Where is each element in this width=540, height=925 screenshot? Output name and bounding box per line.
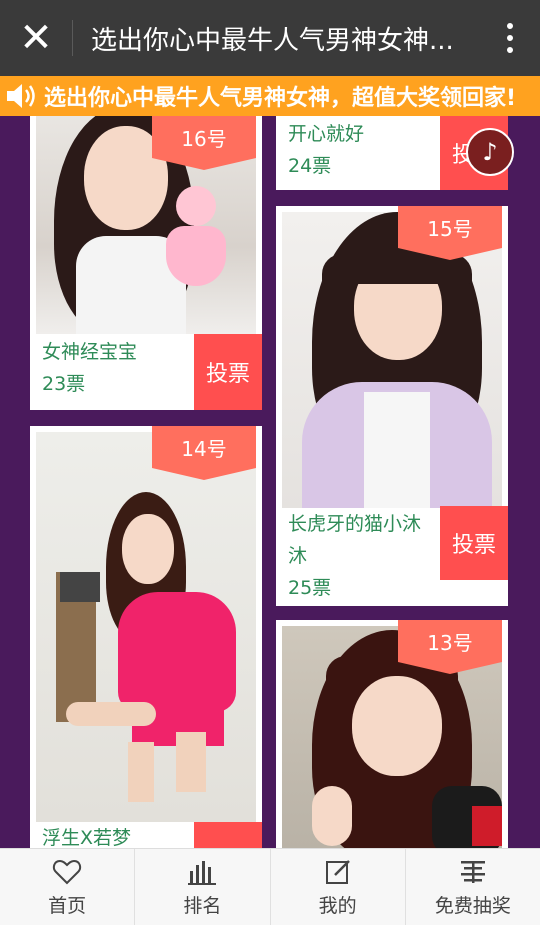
page-title: 选出你心中最牛人气男神女神... (91, 25, 454, 56)
top-bar: ✕ 选出你心中最牛人气男神女神... (0, 0, 540, 76)
announcement-bar: 选出你心中最牛人气男神女神，超值大奖领回家! (0, 76, 540, 116)
contestant-card-16[interactable]: 16号 女神经宝宝 23票 投票 (30, 116, 262, 410)
vote-count: 25票 (288, 577, 332, 599)
music-note-icon[interactable]: ♪ (466, 128, 514, 176)
contestant-card-15[interactable]: 15号 长虎牙的猫小沐沐 25票 投票 (276, 206, 508, 606)
contestant-info: 浮生X若梦 (42, 822, 131, 848)
gift-icon (460, 860, 485, 883)
contestant-card-13[interactable]: 13号 (276, 620, 508, 848)
contestant-number-tag: 14号 (152, 426, 256, 480)
contestant-number-tag: 16号 (152, 116, 256, 170)
contestant-name: 女神经宝宝 (42, 341, 138, 363)
vote-count: 23票 (42, 373, 86, 395)
nav-item-mine[interactable]: 我的 (271, 849, 406, 925)
more-vertical-icon[interactable] (480, 0, 540, 76)
vote-button[interactable]: 投票 (194, 334, 262, 410)
nav-item-home[interactable]: 首页 (0, 849, 136, 925)
contestant-number-tag: 15号 (398, 206, 502, 260)
contestant-info: 开心就好 24票 (288, 118, 364, 182)
contestant-info: 长虎牙的猫小沐沐 25票 (288, 508, 436, 604)
contestant-info: 女神经宝宝 23票 (42, 336, 137, 400)
contestant-card-14[interactable]: 14号 浮生X若梦 (30, 426, 262, 848)
contestant-grid: 16号 女神经宝宝 23票 投票 开心就好 24票 投 15号 长虎牙的猫小沐沐 (0, 116, 540, 848)
nav-label: 我的 (318, 894, 357, 917)
contestant-name: 浮生X若梦 (42, 827, 132, 848)
vote-button[interactable] (194, 822, 262, 848)
speaker-icon (0, 76, 44, 116)
contestant-number-tag: 13号 (398, 620, 502, 674)
contestant-name: 开心就好 (288, 123, 365, 145)
nav-label: 首页 (48, 894, 87, 917)
vote-button[interactable]: 投票 (440, 506, 508, 580)
close-icon[interactable]: ✕ (0, 0, 72, 76)
nav-item-ranking[interactable]: 排名 (135, 849, 271, 925)
heart-icon (53, 859, 82, 884)
bottom-nav: 首页 排名 我的 免费抽奖 (0, 848, 540, 925)
contestant-name: 长虎牙的猫小沐沐 (288, 513, 422, 567)
nav-label: 排名 (183, 894, 222, 917)
edit-icon (325, 859, 350, 884)
announcement-text: 选出你心中最牛人气男神女神，超值大奖领回家! (44, 86, 517, 111)
nav-item-lottery[interactable]: 免费抽奖 (406, 849, 540, 925)
contestant-photo[interactable] (36, 432, 256, 822)
bar-chart-icon (188, 860, 217, 885)
nav-label: 免费抽奖 (434, 894, 511, 917)
vote-count: 24票 (288, 155, 332, 177)
